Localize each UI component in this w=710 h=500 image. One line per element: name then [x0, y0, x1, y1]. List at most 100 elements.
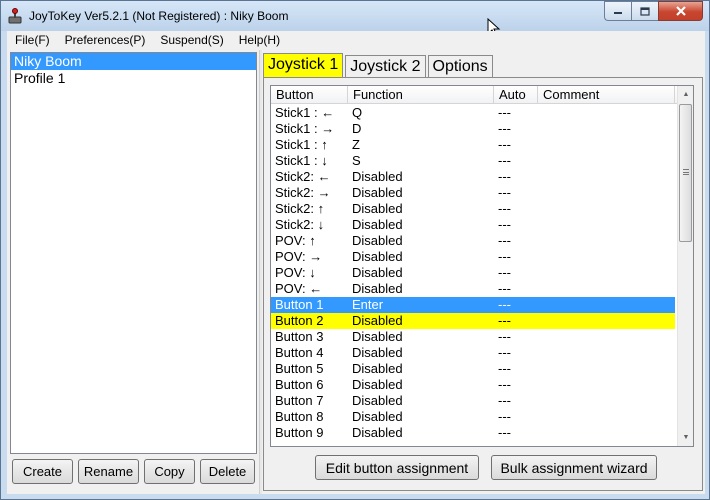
cell-function: Disabled	[352, 377, 403, 392]
table-row[interactable]: Stick2: → Disabled ---	[271, 185, 675, 201]
cell-comment	[538, 361, 675, 377]
tab-joystick-1[interactable]: Joystick 1	[263, 53, 344, 78]
tab-joystick-2[interactable]: Joystick 2	[345, 55, 426, 78]
cell-comment	[538, 217, 675, 233]
table-row[interactable]: Button 8 Disabled ---	[271, 409, 675, 425]
column-header-button[interactable]: Button	[271, 86, 348, 104]
maximize-button[interactable]	[631, 1, 658, 21]
cell-function: Disabled	[352, 217, 403, 232]
table-row[interactable]: Button 6 Disabled ---	[271, 377, 675, 393]
table-row[interactable]: POV: ↓ Disabled ---	[271, 265, 675, 281]
table-row[interactable]: Button 4 Disabled ---	[271, 345, 675, 361]
title-bar[interactable]: JoyToKey Ver5.2.1 (Not Registered) : Nik…	[1, 1, 709, 31]
cell-button: Stick2: ↑	[275, 201, 325, 216]
cell-button: Stick2: ↓	[275, 217, 325, 232]
cell-comment	[538, 121, 675, 137]
cell-function: Disabled	[352, 169, 403, 184]
profile-item-niky-boom[interactable]: Niky Boom	[11, 53, 256, 70]
menu-help[interactable]: Help(H)	[231, 31, 287, 50]
cell-function: Disabled	[352, 233, 403, 248]
cell-comment	[538, 425, 675, 441]
scroll-up-icon[interactable]: ▲	[678, 86, 693, 103]
client-area: Niky Boom Profile 1 Create Rename Copy D…	[7, 50, 705, 494]
menu-file[interactable]: File(F)	[7, 31, 57, 50]
minimize-icon	[614, 12, 622, 14]
tab-options[interactable]: Options	[427, 55, 493, 78]
table-row[interactable]: Stick1 : → D ---	[271, 121, 675, 137]
delete-button[interactable]: Delete	[200, 459, 255, 484]
maximize-icon	[640, 6, 650, 16]
menu-preferences[interactable]: Preferences(P)	[57, 31, 153, 50]
cell-auto: ---	[498, 361, 511, 376]
cell-auto: ---	[498, 393, 511, 408]
cell-function: Disabled	[352, 313, 403, 328]
cell-function: Disabled	[352, 425, 403, 440]
menu-suspend[interactable]: Suspend(S)	[152, 31, 230, 50]
grip-icon	[683, 169, 689, 175]
cell-auto: ---	[498, 153, 511, 168]
table-row[interactable]: Stick1 : ↑ Z ---	[271, 137, 675, 153]
cell-auto: ---	[498, 313, 511, 328]
table-row[interactable]: Stick1 : ↓ S ---	[271, 153, 675, 169]
profile-list[interactable]: Niky Boom Profile 1	[10, 52, 257, 454]
table-row[interactable]: POV: ↑ Disabled ---	[271, 233, 675, 249]
bulk-assignment-wizard-button[interactable]: Bulk assignment wizard	[491, 455, 657, 480]
cell-comment	[538, 393, 675, 409]
table-row[interactable]: Button 2 Disabled ---	[271, 313, 675, 329]
cell-comment	[538, 249, 675, 265]
cell-function: Disabled	[352, 393, 403, 408]
close-icon	[675, 6, 686, 16]
cell-auto: ---	[498, 409, 511, 424]
cell-button: POV: ↓	[275, 265, 316, 280]
cell-comment	[538, 185, 675, 201]
table-row[interactable]: Button 5 Disabled ---	[271, 361, 675, 377]
cell-comment	[538, 345, 675, 361]
cell-auto: ---	[498, 281, 511, 296]
table-row[interactable]: Stick2: ← Disabled ---	[271, 169, 675, 185]
table-row[interactable]: Button 7 Disabled ---	[271, 393, 675, 409]
create-button[interactable]: Create	[12, 459, 73, 484]
cell-comment	[538, 297, 675, 313]
table-row[interactable]: Button 3 Disabled ---	[271, 329, 675, 345]
cell-auto: ---	[498, 425, 511, 440]
column-header-function[interactable]: Function	[348, 86, 494, 104]
tab-strip: Joystick 1 Joystick 2 Options	[263, 53, 495, 78]
close-button[interactable]	[658, 1, 703, 21]
cell-comment	[538, 329, 675, 345]
cell-auto: ---	[498, 249, 511, 264]
cell-comment	[538, 137, 675, 153]
table-row[interactable]: Stick1 : ← Q ---	[271, 105, 675, 121]
cell-function: Disabled	[352, 185, 403, 200]
minimize-button[interactable]	[604, 1, 631, 21]
table-row[interactable]: Stick2: ↓ Disabled ---	[271, 217, 675, 233]
cell-button: Button 3	[275, 329, 324, 344]
splitter[interactable]	[259, 50, 262, 494]
column-header-comment[interactable]: Comment	[538, 86, 675, 104]
cell-function: Disabled	[352, 361, 403, 376]
cell-button: Stick2: →	[275, 185, 331, 200]
table-row[interactable]: Button 9 Disabled ---	[271, 425, 675, 441]
cell-button: POV: →	[275, 249, 323, 264]
cell-auto: ---	[498, 329, 511, 344]
profile-item-profile-1[interactable]: Profile 1	[11, 70, 256, 87]
table-row[interactable]: Button 1 Enter ---	[271, 297, 675, 313]
cell-auto: ---	[498, 297, 511, 312]
scroll-thumb[interactable]	[679, 104, 692, 242]
table-row[interactable]: POV: ← Disabled ---	[271, 281, 675, 297]
cell-button: Stick1 : ↓	[275, 153, 328, 168]
vertical-scrollbar[interactable]: ▲ ▼	[677, 86, 693, 446]
table-row[interactable]: Stick2: ↑ Disabled ---	[271, 201, 675, 217]
edit-button-assignment-button[interactable]: Edit button assignment	[315, 455, 479, 480]
cell-button: Button 9	[275, 425, 324, 440]
cell-comment	[538, 201, 675, 217]
scroll-down-icon[interactable]: ▼	[678, 429, 693, 446]
copy-button[interactable]: Copy	[144, 459, 195, 484]
rename-button[interactable]: Rename	[78, 459, 139, 484]
button-assignment-list[interactable]: Button Function Auto Comment Stick1 : ← Q…	[270, 85, 694, 447]
table-row[interactable]: POV: → Disabled ---	[271, 249, 675, 265]
cell-function: Disabled	[352, 409, 403, 424]
menu-bar: File(F) Preferences(P) Suspend(S) Help(H…	[7, 31, 705, 50]
cell-button: Button 2	[275, 313, 324, 328]
column-header-auto[interactable]: Auto	[494, 86, 538, 104]
cell-function: Enter	[352, 297, 384, 312]
